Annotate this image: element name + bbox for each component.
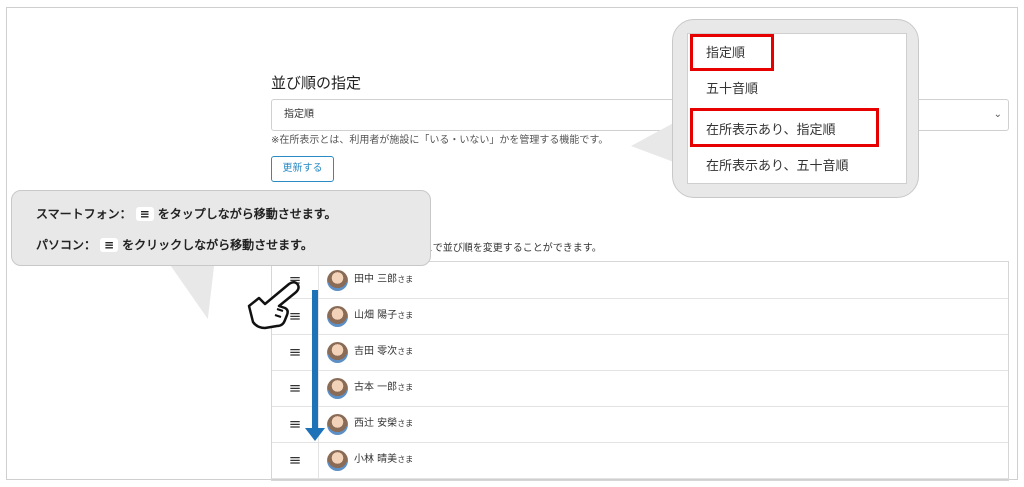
list-item: ≡ 西辻 安榮さま (272, 406, 1008, 443)
down-arrow-icon (312, 290, 318, 430)
instruction-callout: スマートフォン： ≡ をタップしながら移動させます。 パソコン： ≡ をクリックしながら… (11, 190, 431, 266)
reorder-hint: とで並び順を変更することができます。 (423, 243, 602, 254)
option-presence-alphabetical[interactable]: 在所表示あり、五十音順 (706, 155, 848, 174)
avatar (327, 378, 348, 399)
resident-name: 田中 三郎さま (354, 274, 414, 285)
resident-name: 古本 一郎さま (354, 382, 414, 393)
update-button[interactable]: 更新する (271, 156, 334, 182)
resident-name: 吉田 零次さま (354, 346, 414, 357)
handle-key-icon: ≡ (135, 207, 154, 221)
list-item: ≡ 山畑 陽子さま (272, 298, 1008, 335)
callout-line-pc: パソコン： ≡ をクリックしながら移動させます。 (36, 238, 313, 252)
list-item: ≡ 古本 一郎さま (272, 370, 1008, 407)
list-item: ≡ 田中 三郎さま (272, 262, 1008, 299)
select-value: 指定順 (284, 109, 314, 120)
avatar (327, 342, 348, 363)
resident-name: 小林 晴美さま (354, 454, 414, 465)
avatar (327, 450, 348, 471)
pointing-hand-icon (247, 281, 300, 330)
list-item: ≡ 小林 晴美さま (272, 442, 1008, 479)
highlight-box (690, 108, 879, 147)
highlight-box (690, 34, 774, 71)
resident-name: 西辻 安榮さま (354, 418, 414, 429)
presence-note: ※在所表示とは、利用者が施設に「いる・いない」かを管理する機能です。 (271, 135, 609, 146)
resident-name: 山畑 陽子さま (354, 310, 414, 321)
handle-key-icon: ≡ (100, 238, 119, 252)
resident-list: ≡ 田中 三郎さま ≡ 山畑 陽子さま ≡ 吉田 零次さま ≡ 古本 一郎さま … (271, 261, 1009, 481)
avatar (327, 414, 348, 435)
drag-handle-icon[interactable]: ≡ (272, 442, 319, 478)
option-alphabetical[interactable]: 五十音順 (706, 78, 758, 97)
chevron-down-icon: ⌄ (993, 109, 1002, 120)
down-arrow-head (305, 428, 325, 441)
avatar (327, 270, 348, 291)
page-title: 並び順の指定 (271, 74, 362, 92)
callout-line-smartphone: スマートフォン： ≡ をタップしながら移動させます。 (36, 207, 337, 221)
list-item: ≡ 吉田 零次さま (272, 334, 1008, 371)
avatar (327, 306, 348, 327)
